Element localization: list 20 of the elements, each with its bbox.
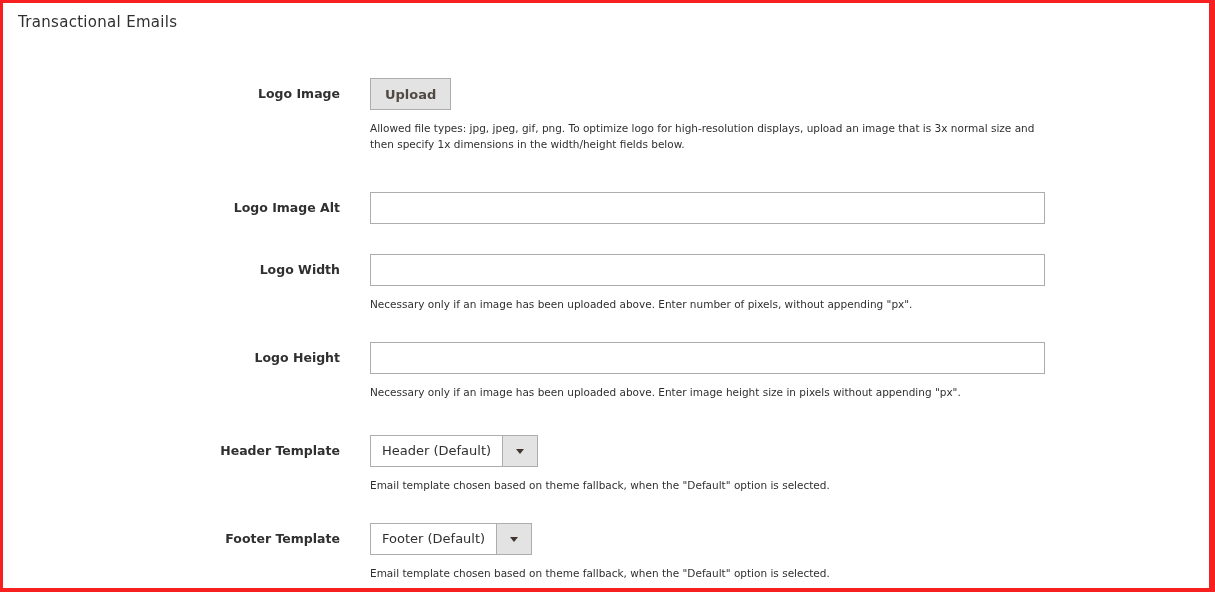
text-field[interactable] bbox=[370, 254, 1045, 286]
text-field[interactable] bbox=[370, 342, 1045, 374]
upload-button[interactable]: Upload bbox=[370, 78, 452, 110]
field-note: Necessary only if an image has been uploaded above. Enter number of pixels, without appending "px". bbox=[370, 297, 913, 312]
field-note: Email template chosen based on theme fallback, when the "Default" option is selected. bbox=[370, 478, 830, 493]
section-title: Transactional Emails bbox=[18, 13, 179, 31]
caret-icon bbox=[516, 448, 525, 454]
field-note: Allowed file types: jpg, jpeg, gif, png. To optimize logo for high-resolution displays, upload an image that is 3x normal size and then specify 1x dimensions in the width/height fields below. bbox=[370, 121, 1036, 152]
text-field[interactable] bbox=[370, 192, 1045, 224]
template-dropdown[interactable]: Footer (Default) bbox=[370, 523, 533, 555]
field-label: Logo Height bbox=[253, 349, 340, 367]
field-label: Logo Image bbox=[257, 85, 340, 103]
field-label: Logo Width bbox=[258, 261, 340, 279]
field-label: Logo Image Alt bbox=[232, 199, 340, 217]
template-dropdown[interactable]: Header (Default) bbox=[370, 435, 539, 467]
field-note: Necessary only if an image has been uploaded above. Enter image height size in pixels without appending "px". bbox=[370, 385, 961, 400]
field-note: Email template chosen based on theme fallback, when the "Default" option is selected. bbox=[370, 566, 830, 581]
caret-icon bbox=[510, 536, 519, 542]
field-label: Header Template bbox=[219, 442, 340, 460]
field-label: Footer Template bbox=[224, 530, 340, 548]
